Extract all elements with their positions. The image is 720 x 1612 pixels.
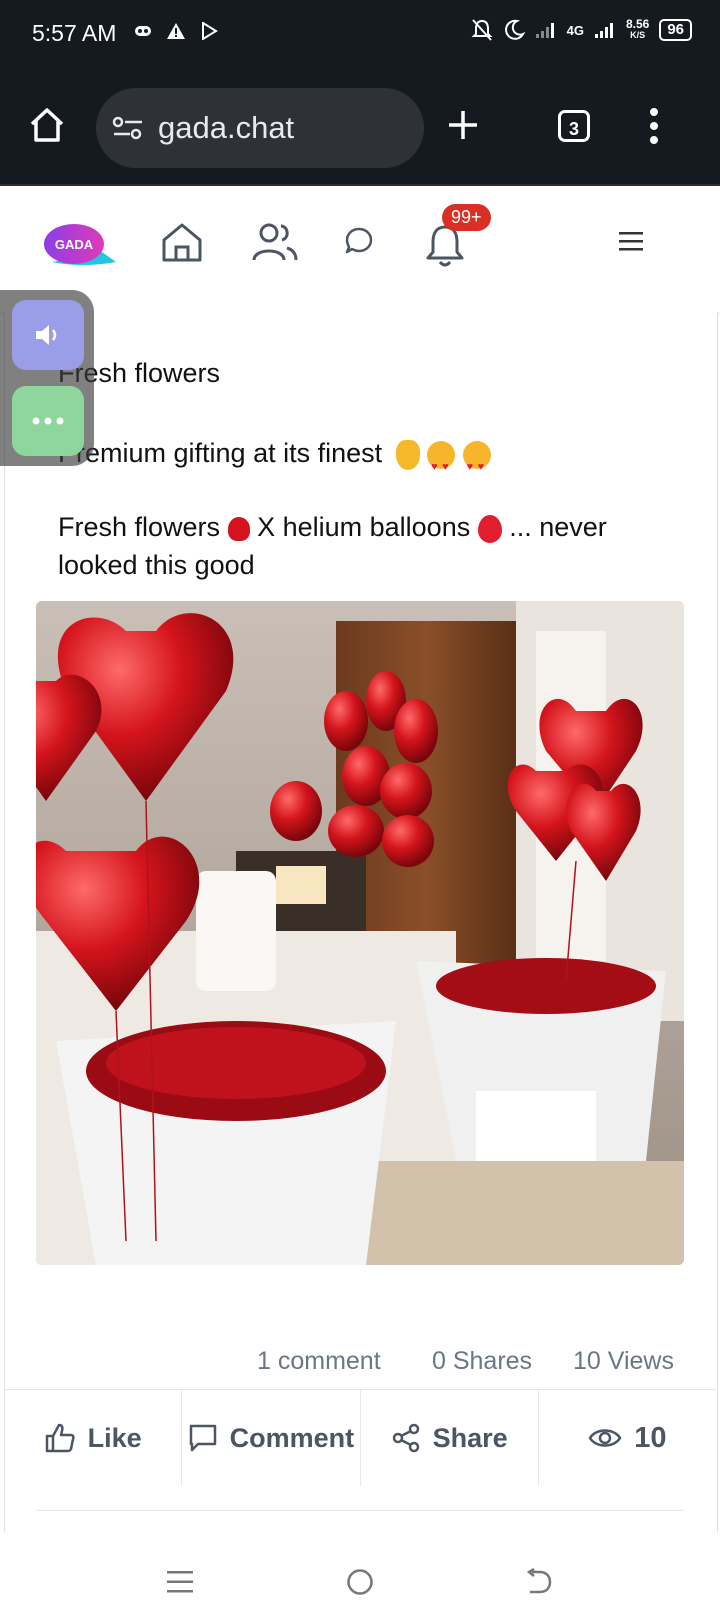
new-tab-icon[interactable]	[446, 108, 480, 142]
views-indicator: 10	[539, 1390, 716, 1486]
back-icon[interactable]	[524, 1568, 554, 1596]
view-count: 10 Views	[573, 1347, 674, 1375]
thumbs-up-icon	[45, 1423, 75, 1453]
like-button[interactable]: Like	[4, 1390, 183, 1486]
signal-icon	[594, 23, 613, 38]
gada-logo[interactable]: GADA	[42, 222, 118, 268]
gamepad-icon	[135, 26, 151, 36]
net-speed: 8.56 K/S	[625, 17, 650, 41]
ok-hand-icon	[395, 439, 420, 470]
status-left-icons	[134, 22, 218, 40]
sound-toggle-button[interactable]	[12, 300, 84, 370]
post-line-2-text: Premium gifting at its finest	[58, 438, 383, 468]
rose-icon	[227, 516, 250, 541]
comment-icon	[189, 1424, 216, 1452]
home-circle-icon[interactable]	[346, 1568, 374, 1596]
share-button[interactable]: Share	[361, 1390, 539, 1486]
comment-label: Comment	[229, 1422, 355, 1453]
status-bar: 5:57 AM 4G 8.56 K/S 96	[0, 0, 720, 72]
eye-icon	[588, 1429, 622, 1447]
share-label: Share	[432, 1422, 508, 1453]
android-nav-bar	[0, 1532, 720, 1612]
views-value: 10	[634, 1421, 667, 1454]
status-time: 5:57 AM	[32, 20, 117, 46]
status-right-icons: 4G 8.56 K/S 96	[471, 18, 692, 42]
post-actions: Like Comment Share 10	[4, 1389, 716, 1486]
friends-icon[interactable]	[252, 220, 298, 264]
network-type: 4G	[566, 22, 584, 38]
heart-eyes-emoji-icon-2: ♥ ♥	[462, 440, 491, 473]
notification-badge: 99+	[442, 204, 491, 231]
post-image[interactable]	[36, 601, 684, 1265]
like-label: Like	[87, 1422, 142, 1453]
bell-muted-icon	[471, 19, 493, 41]
signal-weak-icon	[535, 23, 554, 38]
share-count[interactable]: 0 Shares	[432, 1347, 532, 1376]
heart-eyes-emoji-icon: ♥ ♥	[427, 440, 456, 473]
net-speed-value: 8.56	[625, 17, 650, 31]
post-line-3: Fresh flowers X helium balloons ... neve…	[58, 508, 678, 584]
comment-count[interactable]: 1 comment	[257, 1347, 381, 1376]
post-divider	[36, 1510, 684, 1511]
balloon-icon	[477, 514, 502, 543]
home-nav-icon[interactable]	[160, 220, 204, 264]
post-line-3b: X helium balloons	[257, 512, 471, 542]
post-line-3a: Fresh flowers	[58, 512, 221, 542]
browser-toolbar: gada.chat 3	[0, 72, 720, 186]
more-options-button[interactable]	[12, 386, 84, 456]
warning-icon	[167, 23, 185, 39]
hamburger-menu-icon[interactable]	[618, 230, 644, 252]
more-menu-icon[interactable]	[648, 106, 660, 146]
comment-button[interactable]: Comment	[182, 1390, 361, 1486]
url-text: gada.chat	[158, 110, 295, 145]
share-icon	[392, 1423, 419, 1453]
floating-tool-panel	[0, 290, 94, 466]
ellipsis-icon	[32, 417, 64, 425]
recents-icon[interactable]	[166, 1570, 194, 1594]
tab-switcher-button[interactable]: 3	[558, 110, 590, 142]
chat-icon[interactable]	[344, 226, 374, 256]
net-speed-unit: K/S	[630, 30, 646, 40]
app-nav: GADA 99+	[0, 186, 720, 312]
battery-indicator: 96	[659, 19, 692, 41]
logo-text: GADA	[55, 237, 94, 252]
volume-icon	[36, 325, 57, 345]
site-settings-icon[interactable]	[112, 114, 144, 142]
moon-icon	[504, 19, 525, 40]
url-bar[interactable]: gada.chat	[96, 88, 424, 168]
play-store-icon	[202, 22, 218, 40]
home-icon[interactable]	[28, 106, 66, 144]
post-line-2: Premium gifting at its finest ♥ ♥ ♥ ♥	[58, 434, 491, 473]
